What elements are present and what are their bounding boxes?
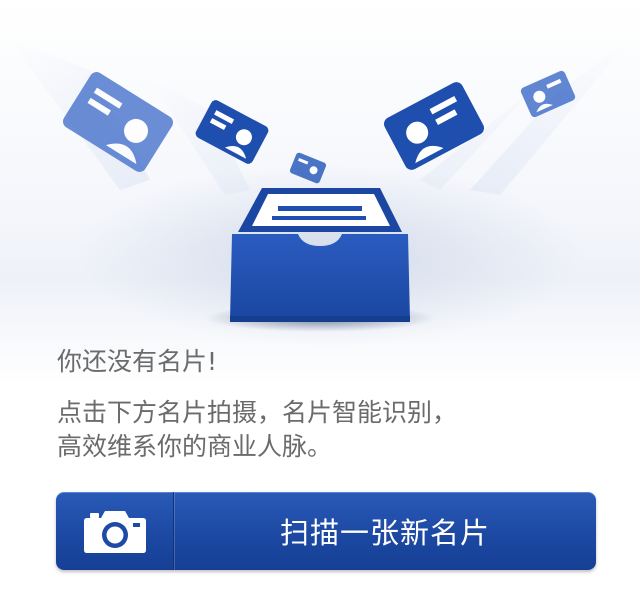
description-line: 点击下方名片拍摄，名片智能识别， xyxy=(57,398,458,427)
flying-card-icon xyxy=(289,152,327,184)
camera-icon-area xyxy=(56,492,174,570)
scan-button-label: 扫描一张新名片 xyxy=(279,516,490,550)
empty-state-description: 点击下方名片拍摄，名片智能识别， 高效维系你的商业人脉。 xyxy=(57,396,617,464)
card-box-icon xyxy=(205,188,435,332)
hero-illustration xyxy=(10,40,630,332)
camera-icon xyxy=(83,511,146,553)
empty-state-title: 你还没有名片! xyxy=(57,347,218,376)
scan-card-button[interactable]: 扫描一张新名片 xyxy=(56,492,596,570)
flying-card-icon xyxy=(384,82,484,170)
description-line: 高效维系你的商业人脉。 xyxy=(57,432,333,461)
